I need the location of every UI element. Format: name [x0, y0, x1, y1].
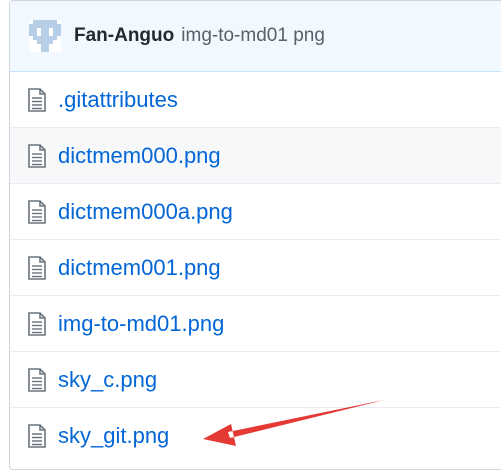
file-link[interactable]: .gitattributes: [58, 87, 178, 113]
file-list-box: Fan-Anguo img-to-md01 png .gitattributes: [9, 0, 501, 470]
file-link[interactable]: dictmem000a.png: [58, 199, 233, 225]
file-row: dictmem000.png: [10, 127, 501, 183]
file-row: sky_c.png: [10, 351, 501, 407]
avatar[interactable]: [29, 20, 61, 52]
file-row: dictmem001.png: [10, 239, 501, 295]
file-link[interactable]: sky_c.png: [58, 367, 157, 393]
file-link[interactable]: sky_git.png: [58, 423, 169, 449]
commit-author[interactable]: Fan-Anguo: [74, 25, 174, 47]
file-link[interactable]: img-to-md01.png: [58, 311, 224, 337]
file-link[interactable]: dictmem000.png: [58, 143, 221, 169]
file-row: img-to-md01.png: [10, 295, 501, 351]
file-icon: [28, 87, 46, 112]
latest-commit-header: Fan-Anguo img-to-md01 png: [10, 1, 501, 72]
file-icon: [28, 199, 46, 224]
commit-message[interactable]: img-to-md01 png: [181, 25, 325, 47]
file-row: sky_git.png: [10, 407, 501, 463]
file-row: dictmem000a.png: [10, 183, 501, 239]
file-icon: [28, 255, 46, 280]
file-icon: [28, 367, 46, 392]
file-list: .gitattributes dictmem000.png dictmem000…: [10, 72, 501, 463]
file-icon: [28, 311, 46, 336]
file-row: .gitattributes: [10, 72, 501, 127]
file-icon: [28, 423, 46, 448]
file-icon: [28, 143, 46, 168]
file-link[interactable]: dictmem001.png: [58, 255, 221, 281]
